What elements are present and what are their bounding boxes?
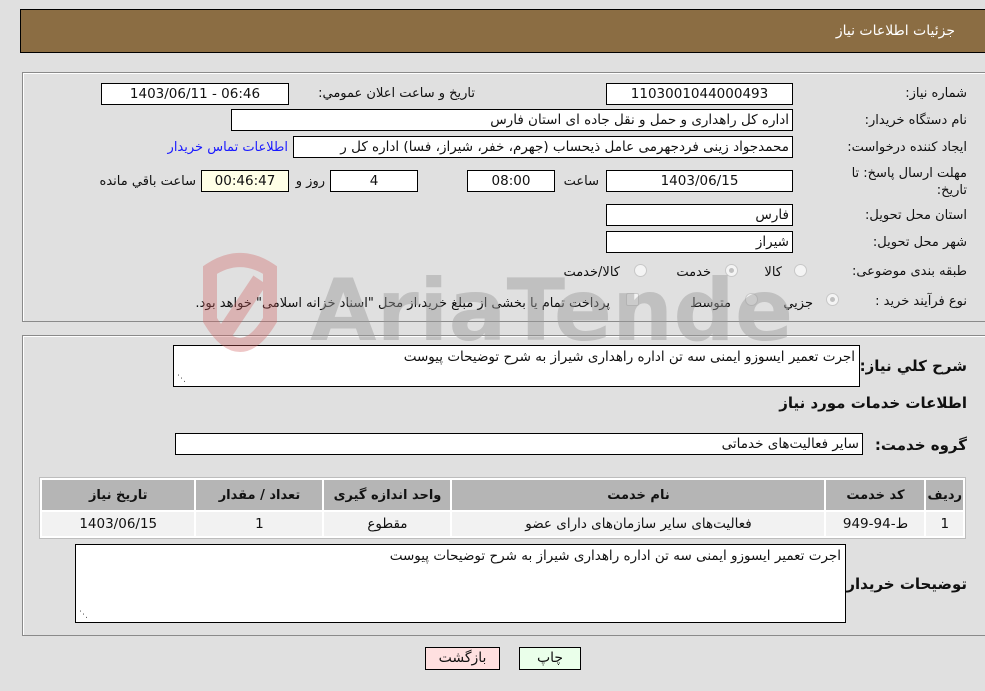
summary-textarea[interactable]: اجرت تعمیر ایسوزو ایمنی سه تن اداره راهد… bbox=[173, 345, 860, 387]
province-field: فارس bbox=[606, 204, 793, 226]
deadline-time-field: 08:00 bbox=[467, 170, 555, 192]
service-group-field: سایر فعالیت‌های خدماتی bbox=[175, 433, 863, 455]
city-label: شهر محل تحویل: bbox=[872, 235, 967, 250]
print-button[interactable]: چاپ bbox=[519, 647, 581, 670]
deadline-label: مهلت ارسال پاسخ: تا تاریخ: bbox=[852, 165, 967, 199]
process-radio-minor[interactable] bbox=[826, 293, 839, 306]
category-label: طبقه بندی موضوعی: bbox=[851, 264, 967, 279]
deadline-label-line1: مهلت ارسال پاسخ: تا bbox=[851, 166, 967, 181]
process-option-minor: جزيي bbox=[783, 296, 813, 311]
deadline-date-field: 1403/06/15 bbox=[606, 170, 793, 192]
announce-date-field: 1403/06/11 - 06:46 bbox=[101, 83, 289, 105]
requester-field: محمدجواد زینی فردجهرمی عامل ذیحساب (جهرم… bbox=[293, 136, 793, 158]
treasury-checkbox[interactable] bbox=[626, 293, 639, 306]
col-header-unit: واحد اندازه گیری bbox=[324, 480, 451, 510]
buyer-contact-link[interactable]: اطلاعات تماس خریدار bbox=[168, 140, 288, 155]
back-button[interactable]: بازگشت bbox=[425, 647, 500, 670]
buyer-notes-label: توضیحات خریدار: bbox=[840, 575, 967, 593]
category-radio-goods-service[interactable] bbox=[634, 264, 647, 277]
need-number-field: 1103001044000493 bbox=[606, 83, 793, 105]
col-header-quantity: تعداد / مقدار bbox=[196, 480, 323, 510]
process-option-medium: متوسط bbox=[690, 296, 731, 311]
cell-need-date: 1403/06/15 bbox=[42, 512, 195, 536]
requester-label: ایجاد کننده درخواست: bbox=[847, 140, 967, 155]
cell-service-code: ط-94-949 bbox=[826, 512, 925, 536]
deadline-label-line2: تاریخ: bbox=[936, 183, 967, 198]
category-option-service: خدمت bbox=[676, 265, 711, 280]
remaining-time-label: ساعت باقي مانده bbox=[99, 174, 196, 189]
category-option-goods-service: کالا/خدمت bbox=[563, 265, 620, 280]
process-label: نوع فرآیند خرید : bbox=[875, 294, 967, 309]
buyer-notes-textarea[interactable]: اجرت تعمیر ایسوزو ایمنی سه تن اداره راهد… bbox=[75, 544, 846, 623]
resize-grip-icon[interactable]: ⋰ bbox=[176, 374, 186, 384]
table-row: 1 ط-94-949 فعالیت‌های سایر سازمان‌های دا… bbox=[42, 512, 963, 536]
service-group-label: گروه خدمت: bbox=[874, 436, 967, 454]
remaining-time-field: 00:46:47 bbox=[201, 170, 289, 192]
cell-quantity: 1 bbox=[196, 512, 323, 536]
services-heading: اطلاعات خدمات مورد نیاز bbox=[779, 394, 967, 412]
col-header-need-date: تاریخ نیاز bbox=[42, 480, 195, 510]
category-radio-goods[interactable] bbox=[794, 264, 807, 277]
cell-unit: مقطوع bbox=[324, 512, 451, 536]
need-number-label: شماره نیاز: bbox=[905, 86, 967, 101]
category-option-goods: کالا bbox=[764, 265, 782, 280]
resize-grip-icon[interactable]: ⋰ bbox=[78, 610, 88, 620]
buyer-org-label: نام دستگاه خریدار: bbox=[864, 113, 967, 128]
page-header: جزئیات اطلاعات نیاز bbox=[20, 9, 985, 53]
services-table: ردیف کد خدمت نام خدمت واحد اندازه گیری ت… bbox=[39, 477, 966, 539]
days-remaining-field: 4 bbox=[330, 170, 418, 192]
announce-date-label: تاریخ و ساعت اعلان عمومي: bbox=[318, 86, 475, 101]
col-header-service-name: نام خدمت bbox=[452, 480, 825, 510]
cell-row-number: 1 bbox=[926, 512, 963, 536]
deadline-time-label: ساعت bbox=[563, 174, 599, 189]
table-header-row: ردیف کد خدمت نام خدمت واحد اندازه گیری ت… bbox=[42, 480, 963, 510]
days-label: روز و bbox=[295, 174, 325, 189]
province-label: استان محل تحویل: bbox=[865, 208, 967, 223]
treasury-note: پرداخت تمام یا بخشی از مبلغ خرید،از محل … bbox=[195, 296, 610, 311]
city-field: شیراز bbox=[606, 231, 793, 253]
cell-service-name: فعالیت‌های سایر سازمان‌های دارای عضو bbox=[452, 512, 825, 536]
summary-label: شرح کلي نیاز: bbox=[859, 357, 967, 375]
buyer-notes-text: اجرت تعمیر ایسوزو ایمنی سه تن اداره راهد… bbox=[389, 548, 841, 564]
page-title: جزئیات اطلاعات نیاز bbox=[835, 23, 955, 39]
col-header-service-code: کد خدمت bbox=[826, 480, 925, 510]
summary-text: اجرت تعمیر ایسوزو ایمنی سه تن اداره راهد… bbox=[403, 349, 855, 365]
category-radio-service[interactable] bbox=[725, 264, 738, 277]
buyer-org-field: اداره کل راهداری و حمل و نقل جاده ای است… bbox=[231, 109, 793, 131]
process-radio-medium[interactable] bbox=[745, 293, 758, 306]
col-header-row-number: ردیف bbox=[926, 480, 963, 510]
